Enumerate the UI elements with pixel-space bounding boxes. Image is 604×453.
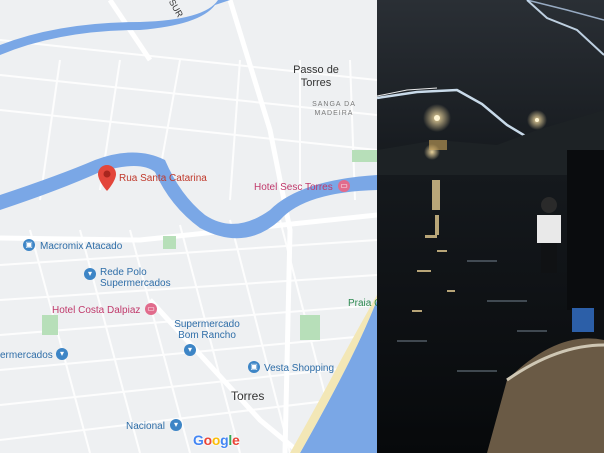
map-panel[interactable]: SUR Passo de Torres SANGA DA MADEIRA Rua… [0, 0, 377, 453]
pin-label-rua-santa-catarina: Rua Santa Catarina [119, 173, 207, 184]
hotel-bed-icon[interactable]: ▭ [338, 180, 350, 192]
screenshot-composite: SUR Passo de Torres SANGA DA MADEIRA Rua… [0, 0, 604, 453]
poi-label-supermercado-bom-rancho[interactable]: Supermercado Bom Rancho [170, 319, 244, 341]
shopping-bag-icon[interactable]: ▣ [23, 239, 35, 251]
google-logo: Google [193, 432, 240, 448]
cart-icon[interactable]: ▾ [56, 348, 68, 360]
map-pin-icon [98, 165, 116, 191]
night-flood-photo [377, 0, 604, 453]
poi-label-hotel-sesc-torres[interactable]: Hotel Sesc Torres [254, 182, 333, 193]
poi-label-hotel-costa-dalpiaz[interactable]: Hotel Costa Dalpiaz [52, 305, 140, 316]
poi-label-nacional[interactable]: Nacional [126, 421, 165, 432]
cart-icon[interactable]: ▾ [84, 268, 96, 280]
hotel-bed-icon[interactable]: ▭ [145, 303, 157, 315]
photo-canvas [377, 0, 604, 453]
poi-label-macromix-atacado[interactable]: Macromix Atacado [40, 241, 122, 252]
city-label-passo-de-torres[interactable]: Passo de Torres [286, 64, 346, 90]
map-marker-pin[interactable] [98, 165, 116, 196]
shopping-bag-icon[interactable]: ▣ [248, 361, 260, 373]
poi-label-rede-polo[interactable]: Rede Polo Supermercados [100, 267, 171, 289]
city-label-torres[interactable]: Torres [231, 390, 264, 403]
cart-icon[interactable]: ▾ [184, 344, 196, 356]
poi-label-vesta-shopping[interactable]: Vesta Shopping [264, 363, 334, 374]
neighborhood-label-sanga-da-madeira: SANGA DA MADEIRA [312, 101, 356, 117]
poi-label-praia[interactable]: Praia C [348, 298, 377, 309]
poi-label-supermercados[interactable]: ermercados [0, 350, 53, 361]
cart-icon[interactable]: ▾ [170, 419, 182, 431]
